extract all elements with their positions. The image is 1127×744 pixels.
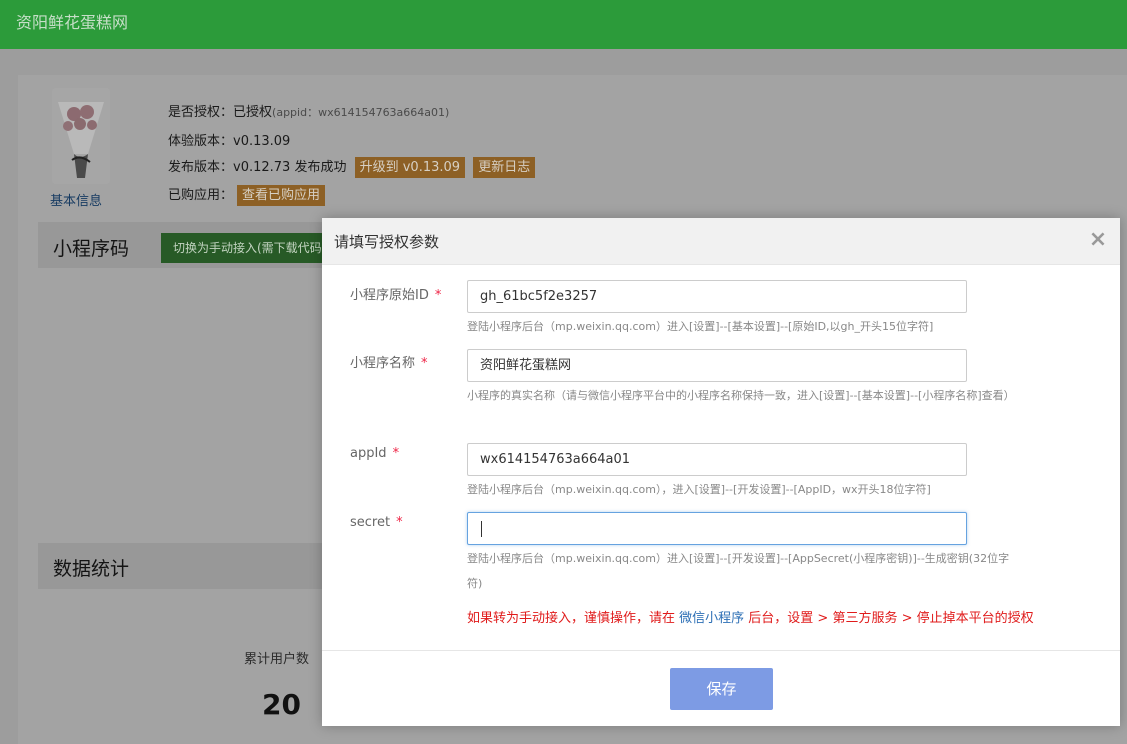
secret-help: 登陆小程序后台（mp.weixin.qq.com）进入[设置]--[开发设置]-… xyxy=(467,552,1010,590)
switch-manual-button[interactable]: 切换为手动接入(需下载代码 xyxy=(161,233,323,263)
view-purchased-apps-button[interactable]: 查看已购应用 xyxy=(237,185,326,206)
trial-version-line: 体验版本：v0.13.09 xyxy=(168,130,290,149)
manual-integration-warning: 如果转为手动接入，谨慎操作，请在 微信小程序 后台，设置 > 第三方服务 > 停… xyxy=(467,607,1034,626)
release-version-line: 发布版本：v0.12.73 发布成功 升级到 v0.13.09 更新日志 xyxy=(168,156,536,178)
modal-title: 请填写授权参数 xyxy=(334,233,440,251)
purchased-label: 已购应用： xyxy=(168,188,234,203)
auth-appid: (appid：wx614154763a664a01) xyxy=(272,106,450,119)
trial-value: v0.13.09 xyxy=(233,134,291,149)
release-label: 发布版本： xyxy=(168,160,234,175)
release-value: v0.12.73 发布成功 xyxy=(233,160,347,175)
miniprogram-name-label: 小程序名称 * xyxy=(350,352,428,371)
secret-label: secret * xyxy=(350,515,403,530)
miniprogram-name-label-text: 小程序名称 xyxy=(350,356,416,371)
modal-header: 请填写授权参数 × xyxy=(322,218,1120,265)
secret-input[interactable] xyxy=(467,512,967,545)
required-mark: * xyxy=(392,446,400,461)
bouquet-image xyxy=(52,88,110,184)
bouquet-illustration xyxy=(52,88,110,184)
miniprogram-name-help: 小程序的真实名称（请与微信小程序平台中的小程序名称保持一致，进入[设置]--[基… xyxy=(467,389,1015,402)
original-id-label: 小程序原始ID * xyxy=(350,284,441,303)
stats-title: 数据统计 xyxy=(53,558,130,580)
auth-value: 已授权 xyxy=(233,105,273,120)
auth-label: 是否授权： xyxy=(168,105,234,120)
original-id-input[interactable]: gh_61bc5f2e3257 xyxy=(467,280,967,313)
original-id-label-text: 小程序原始ID xyxy=(350,288,429,303)
purchased-apps-line: 已购应用： 查看已购应用 xyxy=(168,184,326,206)
changelog-button[interactable]: 更新日志 xyxy=(473,157,536,178)
trial-label: 体验版本： xyxy=(168,134,234,149)
miniprogram-code-title: 小程序码 xyxy=(53,238,130,260)
warning-text-post: 后台，设置 > 第三方服务 > 停止掉本平台的授权 xyxy=(744,611,1034,626)
wechat-miniprogram-link[interactable]: 微信小程序 xyxy=(679,611,744,626)
total-users-value: 20 xyxy=(262,688,301,721)
upgrade-button[interactable]: 升级到 v0.13.09 xyxy=(354,157,466,178)
appid-help: 登陆小程序后台（mp.weixin.qq.com），进入[设置]--[开发设置]… xyxy=(467,483,931,496)
auth-params-modal: 请填写授权参数 × 小程序原始ID * gh_61bc5f2e3257 登陆小程序… xyxy=(322,218,1120,726)
save-button[interactable]: 保存 xyxy=(670,668,773,710)
warning-text-pre: 如果转为手动接入，谨慎操作，请在 xyxy=(467,611,680,626)
appid-input[interactable]: wx614154763a664a01 xyxy=(467,443,967,476)
auth-status-line: 是否授权：已授权(appid：wx614154763a664a01) xyxy=(168,101,449,120)
required-mark: * xyxy=(434,288,442,303)
modal-footer-divider xyxy=(322,650,1120,651)
original-id-help: 登陆小程序后台（mp.weixin.qq.com）进入[设置]--[基本设置]-… xyxy=(467,320,934,333)
text-cursor xyxy=(481,520,482,537)
required-mark: * xyxy=(396,515,403,530)
total-users-label: 累计用户数 xyxy=(244,652,310,667)
secret-label-text: secret xyxy=(350,515,391,530)
basic-info-link[interactable]: 基本信息 xyxy=(50,190,102,209)
required-mark: * xyxy=(421,356,428,371)
site-name: 资阳鲜花蛋糕网 xyxy=(16,13,129,32)
top-bar: 资阳鲜花蛋糕网 xyxy=(0,0,1127,49)
appid-label: appId * xyxy=(350,446,399,461)
close-icon[interactable]: × xyxy=(1088,229,1108,251)
appid-label-text: appId xyxy=(350,446,387,461)
miniprogram-name-input[interactable]: 资阳鲜花蛋糕网 xyxy=(467,349,967,382)
